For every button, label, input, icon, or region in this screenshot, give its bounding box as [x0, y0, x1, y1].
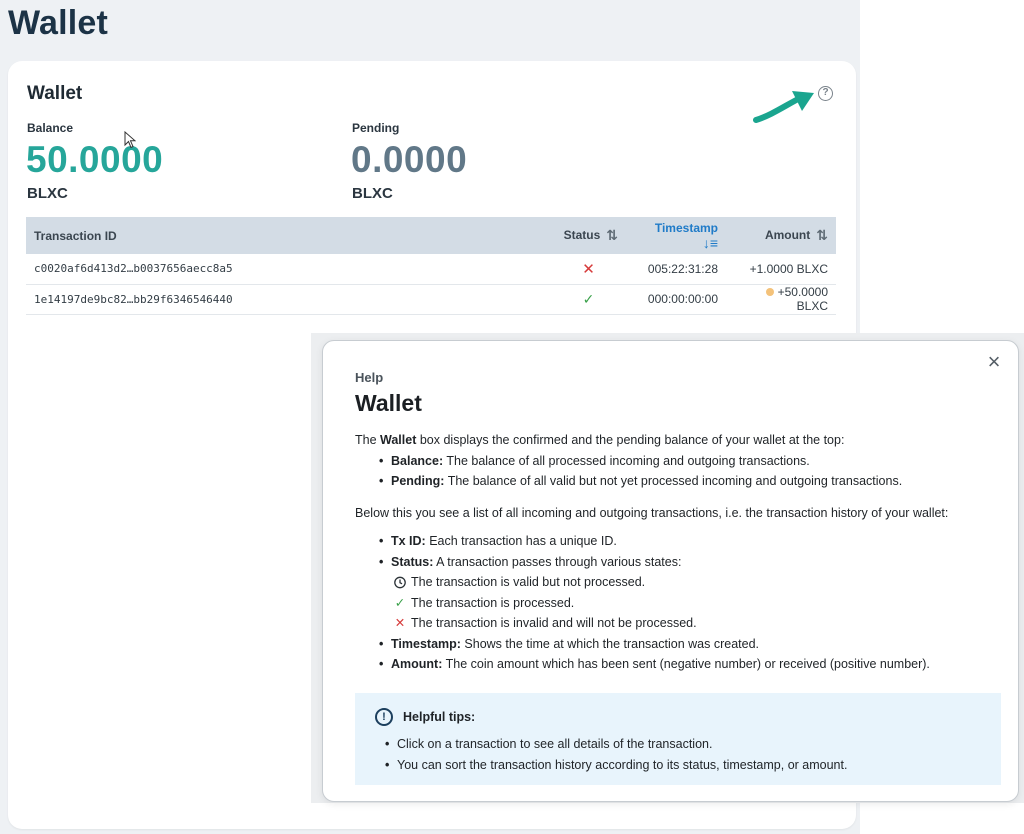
tip-item: You can sort the transaction history acc… — [385, 755, 847, 776]
close-icon[interactable]: × — [984, 351, 1004, 373]
timestamp: 000:00:00:00 — [626, 284, 726, 315]
pending-label: Pending — [352, 121, 400, 135]
help-item-amount: Amount: The coin amount which has been s… — [379, 654, 995, 675]
clock-icon — [394, 576, 406, 589]
transaction-table: Transaction ID Status ⇅ Timestamp↓≡ Amoun… — [26, 217, 836, 315]
help-item-timestamp: Timestamp: Shows the time at which the t… — [379, 634, 995, 655]
pending-value: 0.0000 — [351, 139, 468, 180]
help-title: Wallet — [355, 390, 422, 416]
wallet-card-title: Wallet — [27, 83, 83, 104]
status-processed-icon: ✓ — [551, 284, 626, 315]
annotation-arrow-icon — [753, 91, 814, 123]
sort-icon[interactable]: ⇅ — [816, 227, 828, 244]
help-list-intro: Below this you see a list of all incomin… — [355, 505, 949, 520]
transaction-id: 1e14197de9bc82…bb29f6346546440 — [26, 284, 551, 315]
helpful-tips-title: Helpful tips: — [403, 710, 476, 724]
help-panel: × Help Wallet The Wallet box displays th… — [322, 340, 1019, 802]
table-row[interactable]: 1e14197de9bc82…bb29f6346546440 ✓ 000:00:… — [26, 284, 836, 315]
help-item-txid: Tx ID: Each transaction has a unique ID. — [379, 531, 995, 552]
column-header-status[interactable]: Status ⇅ — [551, 217, 626, 254]
balance-value: 50.0000 — [26, 139, 164, 180]
column-header-amount[interactable]: Amount ⇅ — [726, 217, 836, 254]
amount: +50.0000 BLXC — [726, 284, 836, 315]
help-state-pending: The transaction is valid but not process… — [379, 572, 995, 593]
amount: +1.0000 BLXC — [726, 254, 836, 285]
help-item-pending: Pending: The balance of all valid but no… — [379, 471, 995, 492]
page-title: Wallet — [8, 4, 109, 42]
transaction-id: c0020af6d413d2…b0037656aecc8a5 — [26, 254, 551, 285]
help-body: The Wallet box displays the confirmed an… — [355, 430, 995, 675]
pending-dot-icon — [765, 288, 774, 296]
sort-icon[interactable]: ⇅ — [606, 227, 618, 244]
column-header-transaction-id: Transaction ID — [26, 217, 551, 254]
help-item-status: Status: A transaction passes through var… — [379, 552, 995, 573]
help-item-balance: Balance: The balance of all processed in… — [379, 451, 995, 472]
sort-descending-icon[interactable]: ↓≡ — [703, 235, 718, 251]
balance-unit: BLXC — [27, 185, 68, 202]
info-icon: ! — [375, 708, 393, 726]
table-row[interactable]: c0020af6d413d2…b0037656aecc8a5 ✕ 005:22:… — [26, 254, 836, 285]
pending-unit: BLXC — [352, 185, 393, 202]
balance-label: Balance — [27, 121, 74, 135]
helpful-tips-box: ! Helpful tips: Click on a transaction t… — [355, 693, 1001, 785]
help-state-invalid: ✕ The transaction is invalid and will no… — [379, 613, 995, 634]
timestamp: 005:22:31:28 — [626, 254, 726, 285]
column-header-timestamp[interactable]: Timestamp↓≡ — [626, 217, 726, 254]
help-intro: The Wallet box displays the confirmed an… — [355, 433, 845, 447]
help-eyebrow: Help — [355, 370, 384, 385]
help-state-processed: ✓ The transaction is processed. — [379, 593, 995, 614]
cross-icon: ✕ — [394, 616, 406, 630]
check-icon: ✓ — [394, 595, 406, 610]
mouse-cursor-icon — [124, 131, 136, 149]
status-invalid-icon: ✕ — [551, 254, 626, 285]
help-icon[interactable]: ? — [818, 86, 833, 101]
tip-item: Click on a transaction to see all detail… — [385, 734, 847, 755]
